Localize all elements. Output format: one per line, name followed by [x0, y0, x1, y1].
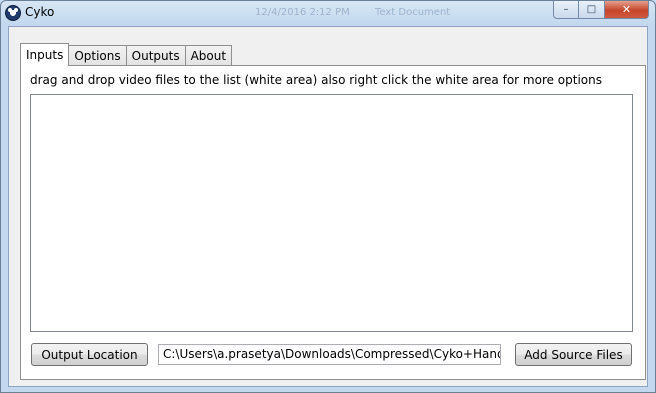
instruction-text: drag and drop video files to the list (w… — [30, 73, 603, 87]
maximize-icon: □ — [586, 4, 597, 15]
background-window-time: 12/4/2016 2:12 PM — [255, 7, 350, 18]
window-title: Cyko — [25, 5, 55, 19]
tab-options[interactable]: Options — [68, 45, 127, 65]
close-icon: ✕ — [621, 3, 632, 16]
maximize-button[interactable]: □ — [579, 1, 605, 19]
close-button[interactable]: ✕ — [605, 1, 649, 19]
add-source-files-button[interactable]: Add Source Files — [515, 343, 632, 366]
tab-strip: Inputs Options Outputs About — [20, 43, 233, 66]
tab-about[interactable]: About — [184, 45, 233, 65]
title-bar[interactable]: Cyko 12/4/2016 2:12 PM Text Document – □… — [1, 1, 655, 25]
minimize-button[interactable]: – — [553, 1, 579, 19]
app-window: Cyko 12/4/2016 2:12 PM Text Document – □… — [0, 0, 656, 393]
minimize-icon: – — [563, 4, 569, 15]
output-path-field[interactable]: C:\Users\a.prasetya\Downloads\Compressed… — [158, 344, 501, 365]
cyko-app-icon[interactable] — [5, 5, 21, 21]
tab-inputs[interactable]: Inputs — [20, 43, 70, 66]
output-location-button[interactable]: Output Location — [31, 343, 148, 366]
background-window-title: Text Document — [375, 7, 451, 18]
window-client-area: Inputs Options Outputs About drag and dr… — [8, 26, 648, 387]
source-file-list[interactable] — [30, 94, 633, 332]
tab-outputs[interactable]: Outputs — [125, 45, 186, 65]
inputs-tab-panel: drag and drop video files to the list (w… — [20, 65, 646, 380]
caption-buttons: – □ ✕ — [553, 1, 649, 19]
